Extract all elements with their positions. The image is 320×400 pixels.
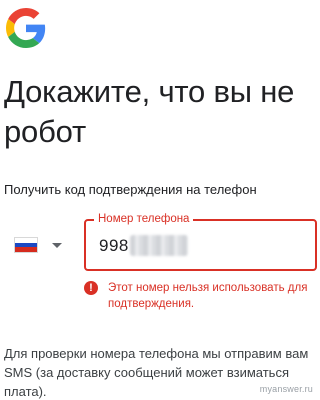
caret-down-icon bbox=[52, 242, 62, 248]
error-text: Этот номер нельзя использовать для подтв… bbox=[108, 282, 308, 310]
watermark: myanswer.ru bbox=[259, 384, 313, 394]
verification-page: Докажите, что вы не робот Получить код п… bbox=[0, 0, 319, 400]
phone-number-field[interactable]: Номер телефона 998 bbox=[84, 212, 317, 271]
flag-stripe-red bbox=[15, 247, 37, 253]
instruction-text: Получить код подтверждения на телефон bbox=[4, 182, 257, 197]
russia-flag-icon bbox=[14, 237, 38, 253]
redacted-digits bbox=[130, 235, 188, 256]
google-logo-icon bbox=[6, 8, 46, 48]
country-selector[interactable] bbox=[14, 234, 62, 256]
phone-error-message: ! Этот номер нельзя использовать для под… bbox=[84, 280, 319, 312]
phone-number-label: Номер телефона bbox=[94, 212, 194, 226]
error-icon: ! bbox=[84, 281, 98, 295]
page-title: Докажите, что вы не робот bbox=[4, 74, 295, 149]
phone-number-input[interactable]: 998 bbox=[99, 236, 129, 256]
